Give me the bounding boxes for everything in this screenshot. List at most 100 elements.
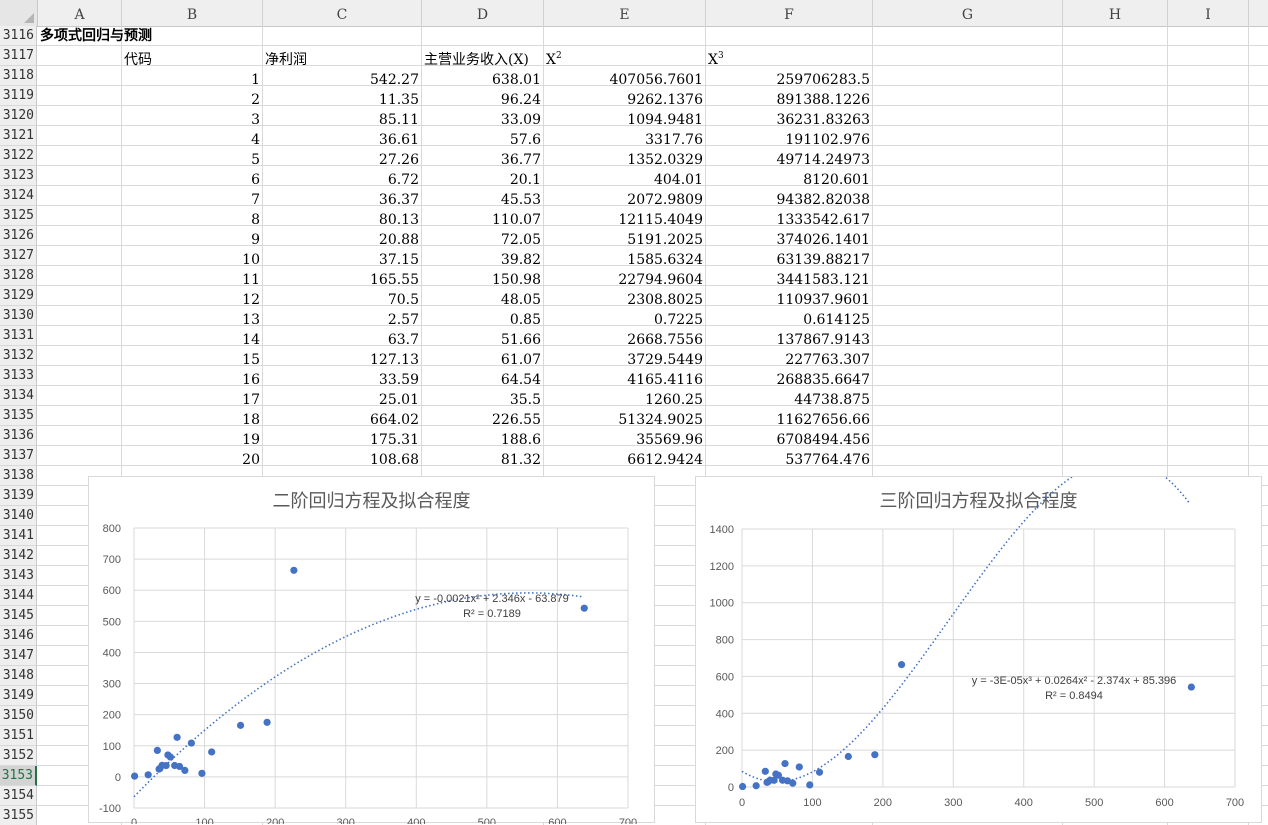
row-header[interactable]: 3155 [0, 806, 37, 825]
data-cell-code[interactable]: 15 [122, 350, 262, 370]
data-cell-code[interactable]: 12 [122, 290, 262, 310]
row-header[interactable]: 3135 [0, 406, 37, 426]
row-header[interactable]: 3124 [0, 186, 37, 206]
data-cell-revenue[interactable]: 64.54 [422, 370, 543, 390]
row-header[interactable]: 3133 [0, 366, 37, 386]
data-cell-profit[interactable]: 80.13 [263, 210, 421, 230]
data-cell-x3[interactable]: 44738.875 [706, 390, 872, 410]
data-cell-profit[interactable]: 70.5 [263, 290, 421, 310]
data-cell-x3[interactable]: 49714.24973 [706, 150, 872, 170]
row-header[interactable]: 3137 [0, 446, 37, 466]
data-cell-x3[interactable]: 191102.976 [706, 130, 872, 150]
select-all-corner[interactable] [0, 0, 38, 26]
data-cell-profit[interactable]: 542.27 [263, 70, 421, 90]
data-cell-revenue[interactable]: 48.05 [422, 290, 543, 310]
data-cell-x2[interactable]: 5191.2025 [544, 230, 705, 250]
row-header[interactable]: 3117 [0, 46, 37, 66]
data-cell-x2[interactable]: 9262.1376 [544, 90, 705, 110]
data-cell-x3[interactable]: 1333542.617 [706, 210, 872, 230]
data-cell-revenue[interactable]: 0.85 [422, 310, 543, 330]
row-header[interactable]: 3118 [0, 66, 37, 86]
data-cell-x2[interactable]: 35569.96 [544, 430, 705, 450]
data-cell-code[interactable]: 14 [122, 330, 262, 350]
row-header[interactable]: 3152 [0, 746, 37, 766]
sheet-title[interactable]: 多项式回归与预测 [38, 26, 238, 46]
row-header[interactable]: 3138 [0, 466, 37, 486]
data-cell-revenue[interactable]: 81.32 [422, 450, 543, 470]
data-cell-revenue[interactable]: 39.82 [422, 250, 543, 270]
data-cell-x2[interactable]: 3729.5449 [544, 350, 705, 370]
row-header[interactable]: 3144 [0, 586, 37, 606]
data-cell-x2[interactable]: 3317.76 [544, 130, 705, 150]
row-header[interactable]: 3145 [0, 606, 37, 626]
data-cell-profit[interactable]: 108.68 [263, 450, 421, 470]
data-cell-profit[interactable]: 33.59 [263, 370, 421, 390]
data-cell-profit[interactable]: 63.7 [263, 330, 421, 350]
data-cell-x3[interactable]: 268835.6647 [706, 370, 872, 390]
data-cell-revenue[interactable]: 638.01 [422, 70, 543, 90]
data-cell-revenue[interactable]: 36.77 [422, 150, 543, 170]
data-cell-x2[interactable]: 2308.8025 [544, 290, 705, 310]
row-header[interactable]: 3151 [0, 726, 37, 746]
row-header[interactable]: 3126 [0, 226, 37, 246]
data-cell-x3[interactable]: 137867.9143 [706, 330, 872, 350]
row-header[interactable]: 3153 [0, 766, 37, 786]
row-header[interactable]: 3143 [0, 566, 37, 586]
data-cell-code[interactable]: 16 [122, 370, 262, 390]
data-cell-revenue[interactable]: 45.53 [422, 190, 543, 210]
data-cell-x3[interactable]: 110937.9601 [706, 290, 872, 310]
data-cell-code[interactable]: 19 [122, 430, 262, 450]
data-cell-x3[interactable]: 6708494.456 [706, 430, 872, 450]
data-cell-x3[interactable]: 11627656.66 [706, 410, 872, 430]
chart-quadratic[interactable]: 二阶回归方程及拟合程度 0 100 200 300 400 500 600 700 -100 0 1… [88, 476, 655, 824]
header-code[interactable]: 代码 [122, 50, 262, 70]
data-cell-revenue[interactable]: 33.09 [422, 110, 543, 130]
data-cell-x2[interactable]: 0.7225 [544, 310, 705, 330]
row-header[interactable]: 3141 [0, 526, 37, 546]
data-cell-revenue[interactable]: 72.05 [422, 230, 543, 250]
data-cell-code[interactable]: 20 [122, 450, 262, 470]
data-cell-x3[interactable]: 63139.88217 [706, 250, 872, 270]
column-header-c[interactable]: C [263, 0, 422, 26]
row-header[interactable]: 3127 [0, 246, 37, 266]
data-cell-x3[interactable]: 0.614125 [706, 310, 872, 330]
data-cell-profit[interactable]: 664.02 [263, 410, 421, 430]
row-header[interactable]: 3150 [0, 706, 37, 726]
data-cell-code[interactable]: 3 [122, 110, 262, 130]
row-header[interactable]: 3139 [0, 486, 37, 506]
data-cell-profit[interactable]: 36.61 [263, 130, 421, 150]
data-cell-x2[interactable]: 4165.4116 [544, 370, 705, 390]
data-cell-profit[interactable]: 36.37 [263, 190, 421, 210]
row-header[interactable]: 3119 [0, 86, 37, 106]
column-header-g[interactable]: G [873, 0, 1063, 26]
column-header-h[interactable]: H [1063, 0, 1168, 26]
data-cell-x3[interactable]: 94382.82038 [706, 190, 872, 210]
row-header[interactable]: 3131 [0, 326, 37, 346]
row-header[interactable]: 3154 [0, 786, 37, 806]
data-cell-x3[interactable]: 8120.601 [706, 170, 872, 190]
data-cell-profit[interactable]: 2.57 [263, 310, 421, 330]
data-cell-code[interactable]: 13 [122, 310, 262, 330]
data-cell-profit[interactable]: 127.13 [263, 350, 421, 370]
column-header-i[interactable]: I [1168, 0, 1249, 26]
column-header-f[interactable]: F [706, 0, 873, 26]
data-cell-profit[interactable]: 85.11 [263, 110, 421, 130]
header-revenue[interactable]: 主营业务收入(X) [422, 50, 546, 70]
data-cell-x3[interactable]: 36231.83263 [706, 110, 872, 130]
data-cell-revenue[interactable]: 35.5 [422, 390, 543, 410]
data-cell-x3[interactable]: 374026.1401 [706, 230, 872, 250]
data-cell-code[interactable]: 2 [122, 90, 262, 110]
data-cell-code[interactable]: 9 [122, 230, 262, 250]
row-header[interactable]: 3123 [0, 166, 37, 186]
data-cell-revenue[interactable]: 61.07 [422, 350, 543, 370]
row-header[interactable]: 3125 [0, 206, 37, 226]
row-header[interactable]: 3130 [0, 306, 37, 326]
data-cell-revenue[interactable]: 96.24 [422, 90, 543, 110]
data-cell-profit[interactable]: 25.01 [263, 390, 421, 410]
data-cell-x2[interactable]: 1094.9481 [544, 110, 705, 130]
data-cell-code[interactable]: 17 [122, 390, 262, 410]
data-cell-x2[interactable]: 404.01 [544, 170, 705, 190]
data-cell-code[interactable]: 8 [122, 210, 262, 230]
data-cell-x2[interactable]: 1352.0329 [544, 150, 705, 170]
data-cell-x3[interactable]: 3441583.121 [706, 270, 872, 290]
